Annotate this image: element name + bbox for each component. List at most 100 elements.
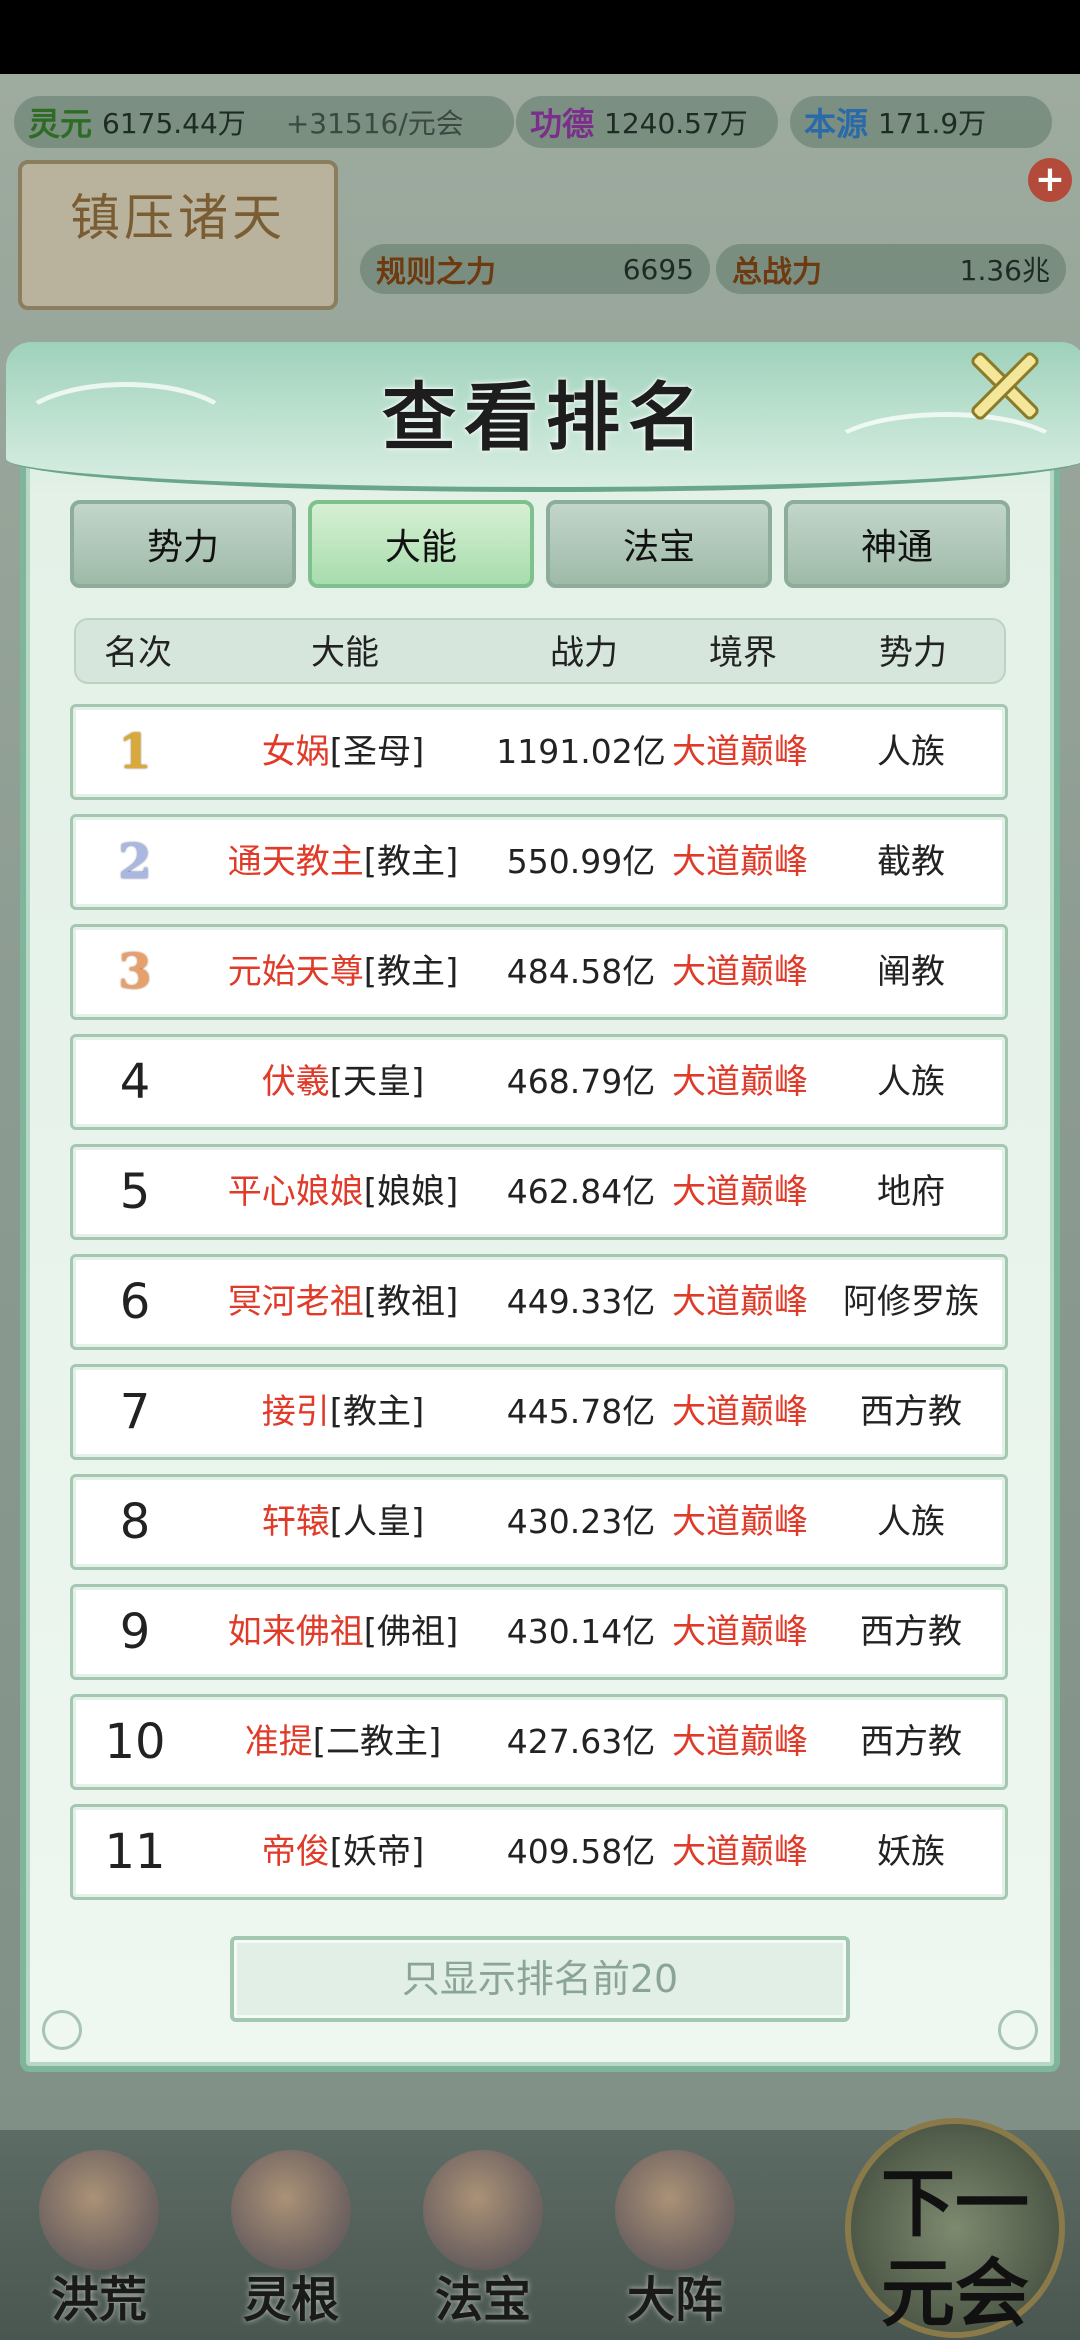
lotus-icon — [231, 2150, 351, 2270]
table-row[interactable]: 2 通天教主[教主] 550.99亿 大道巅峰 截教 — [70, 814, 1008, 910]
faction-value: 人族 — [877, 732, 945, 772]
rank-number: 6 — [119, 1274, 151, 1330]
nav-honghuang[interactable]: 洪荒 — [14, 2140, 184, 2330]
table-row[interactable]: 3 元始天尊[教主] 484.58亿 大道巅峰 阐教 — [70, 924, 1008, 1020]
table-row[interactable]: 1 女娲[圣母] 1191.02亿 大道巅峰 人族 — [70, 704, 1008, 800]
guize-value: 6695 — [622, 252, 694, 286]
rank-number: 7 — [119, 1384, 151, 1440]
table-row[interactable]: 4 伏羲[天皇] 468.79亿 大道巅峰 人族 — [70, 1034, 1008, 1130]
nav-fabao[interactable]: 法宝 — [398, 2140, 568, 2330]
rank-number: 3 — [118, 944, 152, 1000]
faction-value: 地府 — [877, 1172, 945, 1212]
column-rank: 名次 — [104, 633, 172, 673]
ranking-list[interactable]: 1 女娲[圣母] 1191.02亿 大道巅峰 人族 2 通天教主[教主] 550… — [70, 700, 1010, 1912]
rank-number: 8 — [119, 1494, 151, 1550]
modal-header: 查看排名 — [6, 342, 1080, 492]
faction-value: 阐教 — [877, 952, 945, 992]
faction-value: 截教 — [877, 842, 945, 882]
gongde-value: 1240.57万 — [604, 107, 748, 140]
daneng-name: 伏羲[天皇] — [261, 1062, 425, 1102]
power-value: 430.23亿 — [506, 1502, 656, 1541]
rank-number: 4 — [119, 1054, 151, 1110]
table-row[interactable]: 7 接引[教主] 445.78亿 大道巅峰 西方教 — [70, 1364, 1008, 1460]
table-row[interactable]: 10 准提[二教主] 427.63亿 大道巅峰 西方教 — [70, 1694, 1008, 1790]
power-value: 484.58亿 — [506, 952, 656, 991]
nav-dazhen-label: 大阵 — [626, 2272, 723, 2328]
nav-dazhen[interactable]: 大阵 — [590, 2140, 760, 2330]
close-icon[interactable] — [960, 340, 1050, 430]
power-value: 550.99亿 — [506, 842, 656, 881]
title-badge: 镇压诸天 — [18, 160, 338, 310]
rank-number: 11 — [104, 1824, 166, 1880]
table-row[interactable]: 9 如来佛祖[佛祖] 430.14亿 大道巅峰 西方教 — [70, 1584, 1008, 1680]
taiji-icon — [615, 2150, 735, 2270]
realm-value: 大道巅峰 — [672, 732, 808, 772]
faction-value: 妖族 — [877, 1832, 945, 1872]
zhanli-stat: 总战力 1.36兆 — [716, 244, 1066, 294]
daneng-name: 帝俊[妖帝] — [261, 1832, 425, 1872]
realm-value: 大道巅峰 — [672, 1392, 808, 1432]
faction-value: 西方教 — [860, 1722, 962, 1762]
table-row[interactable]: 8 轩辕[人皇] 430.23亿 大道巅峰 人族 — [70, 1474, 1008, 1570]
benyuan-label: 本源 — [804, 105, 869, 143]
power-value: 427.63亿 — [506, 1722, 656, 1761]
daneng-name: 轩辕[人皇] — [261, 1502, 425, 1542]
mountain-icon — [39, 2150, 159, 2270]
realm-value: 大道巅峰 — [672, 1722, 808, 1762]
realm-value: 大道巅峰 — [672, 1502, 808, 1542]
status-bar — [0, 0, 1080, 74]
badge-title: 镇压诸天 — [70, 189, 286, 247]
faction-value: 西方教 — [860, 1612, 962, 1652]
corner-ornament — [998, 2010, 1038, 2050]
table-row[interactable]: 11 帝俊[妖帝] 409.58亿 大道巅峰 妖族 — [70, 1804, 1008, 1900]
nav-honghuang-label: 洪荒 — [50, 2272, 147, 2328]
corner-ornament — [42, 2010, 82, 2050]
benyuan-value: 171.9万 — [878, 107, 987, 140]
realm-value: 大道巅峰 — [672, 1612, 808, 1652]
guize-stat: 规则之力 6695 — [360, 244, 710, 294]
faction-value: 人族 — [877, 1062, 945, 1102]
tab-shentong[interactable]: 神通 — [784, 500, 1010, 588]
table-row[interactable]: 6 冥河老祖[教祖] 449.33亿 大道巅峰 阿修罗族 — [70, 1254, 1008, 1350]
daneng-name: 准提[二教主] — [244, 1722, 442, 1762]
power-value: 409.58亿 — [506, 1832, 656, 1871]
realm-value: 大道巅峰 — [672, 842, 808, 882]
daneng-name: 平心娘娘[娘娘] — [227, 1172, 459, 1212]
column-power: 战力 — [550, 633, 618, 673]
next-era-button[interactable]: 下一 元会 — [845, 2118, 1065, 2338]
show-top20-button[interactable]: 只显示排名前20 — [230, 1936, 850, 2022]
daneng-name: 接引[教主] — [261, 1392, 425, 1432]
tab-fabao[interactable]: 法宝 — [546, 500, 772, 588]
daneng-name: 如来佛祖[佛祖] — [227, 1612, 459, 1652]
column-daneng: 大能 — [311, 633, 379, 673]
power-value: 430.14亿 — [506, 1612, 656, 1651]
nav-fabao-label: 法宝 — [434, 2272, 531, 2328]
zhanli-value: 1.36兆 — [959, 254, 1050, 287]
ranking-tabs: 势力 大能 法宝 神通 — [70, 500, 1010, 592]
nav-linggen[interactable]: 灵根 — [206, 2140, 376, 2330]
tab-shili[interactable]: 势力 — [70, 500, 296, 588]
nav-linggen-label: 灵根 — [242, 2272, 339, 2328]
guize-label: 规则之力 — [376, 255, 496, 290]
power-value: 449.33亿 — [506, 1282, 656, 1321]
table-row[interactable]: 5 平心娘娘[娘娘] 462.84亿 大道巅峰 地府 — [70, 1144, 1008, 1240]
tab-daneng[interactable]: 大能 — [308, 500, 534, 588]
next-era-line2: 元会 — [881, 2251, 1029, 2337]
gongde-label: 功德 — [530, 105, 595, 143]
lingyuan-value: 6175.44万 — [102, 107, 246, 140]
lingyuan-label: 灵元 — [28, 105, 93, 143]
faction-value: 阿修罗族 — [843, 1282, 979, 1322]
realm-value: 大道巅峰 — [672, 1172, 808, 1212]
add-resource-icon[interactable]: + — [1028, 158, 1072, 202]
lingyuan-bar: 灵元 6175.44万 +31516/元会 — [14, 96, 514, 148]
rank-number: 2 — [118, 834, 152, 890]
gongde-bar: 功德 1240.57万 — [516, 96, 778, 148]
column-realm: 境界 — [709, 633, 777, 673]
faction-value: 人族 — [877, 1502, 945, 1542]
treasure-icon — [423, 2150, 543, 2270]
faction-value: 西方教 — [860, 1392, 962, 1432]
power-value: 468.79亿 — [506, 1062, 656, 1101]
modal-title: 查看排名 — [382, 375, 710, 461]
realm-value: 大道巅峰 — [672, 1832, 808, 1872]
realm-value: 大道巅峰 — [672, 952, 808, 992]
